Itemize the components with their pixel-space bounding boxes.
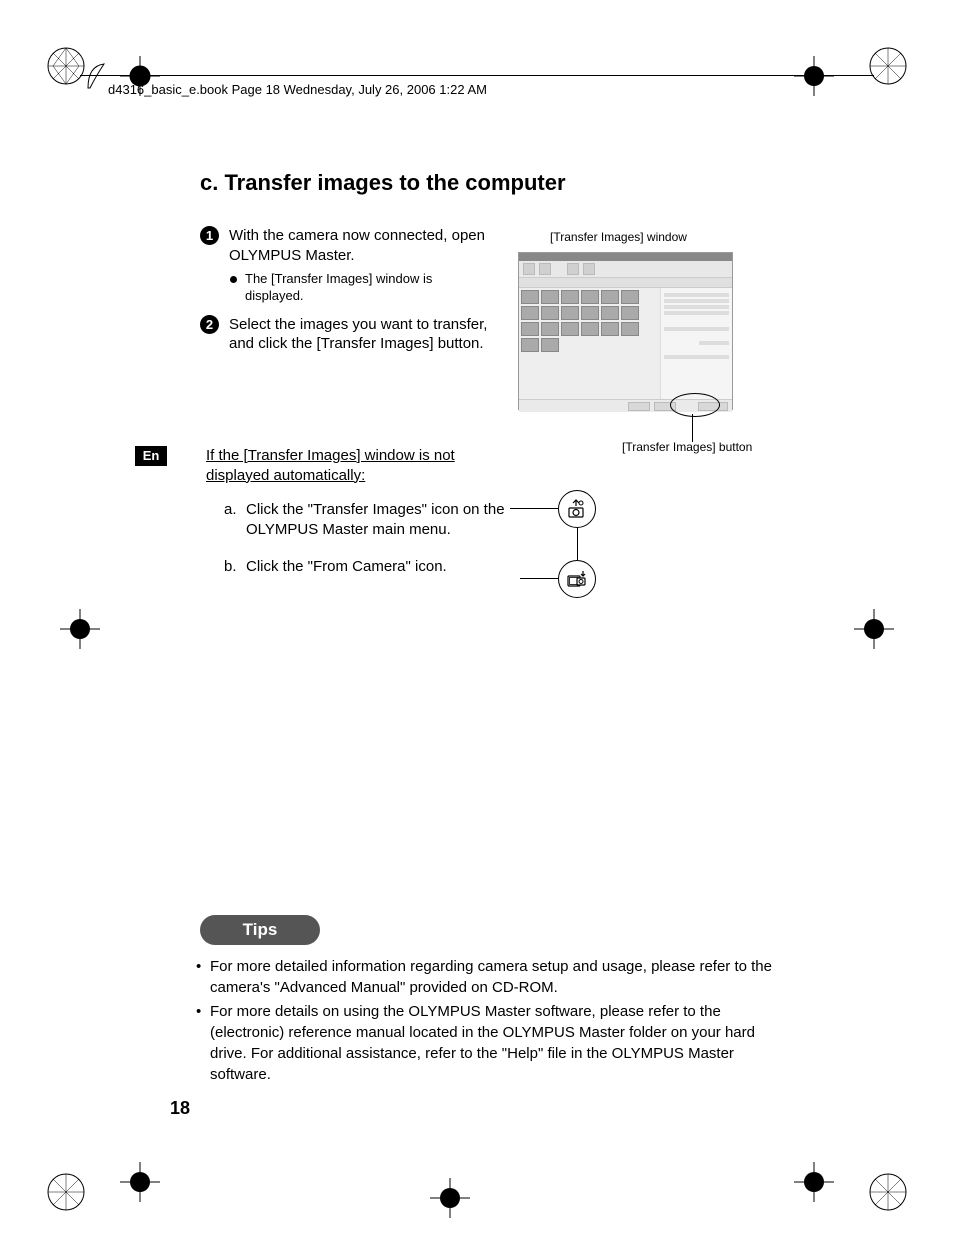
from-camera-icon — [558, 560, 596, 598]
caption-transfer-button: [Transfer Images] button — [622, 440, 752, 454]
crosshair-icon — [120, 1162, 160, 1202]
crosshair-icon — [60, 609, 100, 649]
crosshair-icon — [854, 609, 894, 649]
step-number-2: 2 — [200, 315, 219, 334]
language-badge: En — [135, 446, 167, 466]
registration-mark-icon — [46, 46, 86, 86]
bullet-icon — [230, 276, 237, 283]
sub-text-b: Click the "From Camera" icon. — [246, 557, 516, 577]
tips-bullet: • — [196, 1001, 210, 1085]
registration-mark-icon — [868, 1172, 908, 1212]
crosshair-icon — [794, 1162, 834, 1202]
transfer-images-window — [518, 252, 733, 410]
registration-mark-icon — [46, 1172, 86, 1212]
header-rule — [80, 75, 874, 76]
page-number: 18 — [170, 1098, 190, 1119]
page-header: d4316_basic_e.book Page 18 Wednesday, Ju… — [108, 82, 487, 97]
tips-text-1: For more detailed information regarding … — [210, 956, 786, 998]
step-text-1: With the camera now connected, open OLYM… — [229, 226, 494, 265]
section-heading: c. Transfer images to the computer — [200, 170, 800, 196]
tips-text-2: For more details on using the OLYMPUS Ma… — [210, 1001, 786, 1085]
tips-badge: Tips — [200, 915, 320, 945]
bullet-text: The [Transfer Images] window is displaye… — [245, 271, 465, 305]
sub-letter-b: b. — [224, 557, 246, 577]
step-number-1: 1 — [200, 226, 219, 245]
tips-bullet: • — [196, 956, 210, 998]
caption-transfer-window: [Transfer Images] window — [550, 230, 687, 244]
registration-mark-icon — [868, 46, 908, 86]
leader-line — [520, 578, 558, 579]
leader-line — [692, 414, 693, 442]
step-text-2: Select the images you want to transfer, … — [229, 315, 494, 354]
transfer-images-icon — [558, 490, 596, 528]
subsection-intro: If the [Transfer Images] window is not d… — [206, 446, 516, 485]
crosshair-icon — [430, 1178, 470, 1218]
crosshair-icon — [794, 56, 834, 96]
transfer-images-button — [698, 402, 728, 411]
leaf-icon — [86, 62, 106, 90]
connector-line — [577, 528, 578, 560]
leader-line — [510, 508, 558, 509]
sub-text-a: Click the "Transfer Images" icon on the … — [246, 500, 506, 541]
sub-letter-a: a. — [224, 500, 246, 541]
